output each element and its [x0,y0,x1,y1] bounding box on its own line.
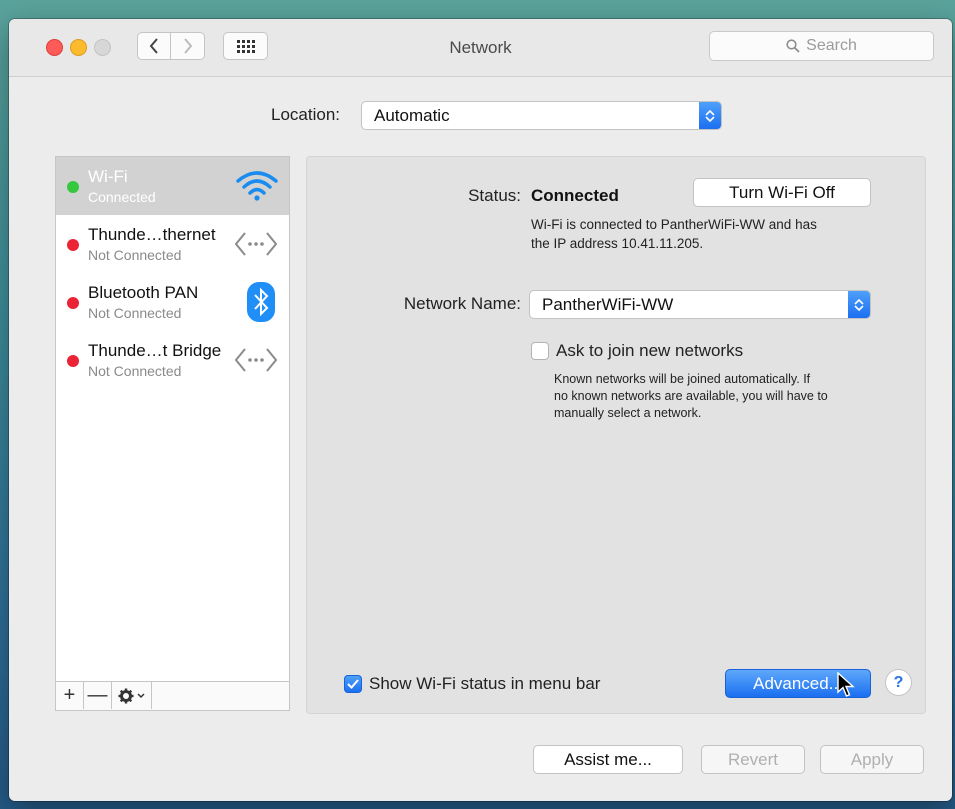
ask-to-join-description-line1: Known networks will be joined automatica… [554,372,811,386]
network-preferences-window: Network Search Location: Automatic Wi-Fi… [9,19,952,801]
ethernet-icon [234,348,278,372]
service-item-wifi[interactable]: Wi-Fi Connected [56,157,289,215]
search-field[interactable]: Search [709,31,934,61]
turn-wifi-off-button[interactable]: Turn Wi-Fi Off [693,178,871,207]
status-dot [67,355,79,367]
status-label: Status: [468,186,521,205]
assist-me-button[interactable]: Assist me... [533,745,683,774]
ask-to-join-checkbox[interactable] [531,342,549,360]
service-item-bluetooth-pan[interactable]: Bluetooth PAN Not Connected [56,273,289,331]
ask-to-join-description-line2: no known networks are available, you wil… [554,389,828,403]
location-label: Location: [271,105,340,124]
status-dot [67,297,79,309]
network-name-popup[interactable]: PantherWiFi-WW [529,290,871,319]
status-dot [67,181,79,193]
title-bar: Network Search [9,19,952,77]
apply-button[interactable]: Apply [820,745,924,774]
popup-arrows-icon [848,291,870,318]
service-item-thunderbolt-ethernet[interactable]: Thunde…thernet Not Connected [56,215,289,273]
status-value: Connected [531,186,619,205]
gear-icon [118,688,134,703]
chevron-down-icon [137,692,145,698]
service-list: Wi-Fi Connected Thunde…thernet Not Conne… [55,156,290,711]
ask-to-join-label: Ask to join new networks [556,341,744,360]
service-status: Not Connected [88,305,182,321]
wifi-icon [236,171,278,201]
service-name: Thunde…thernet [88,225,216,244]
checkmark-icon [347,679,359,689]
location-popup[interactable]: Automatic [361,101,722,130]
bluetooth-icon [247,282,275,322]
service-name: Bluetooth PAN [88,283,199,302]
service-name: Thunde…t Bridge [88,341,222,360]
remove-service-button[interactable]: — [84,682,112,709]
mouse-cursor-icon [837,672,855,697]
search-icon [786,39,800,53]
revert-button[interactable]: Revert [701,745,805,774]
service-name: Wi-Fi [88,167,128,186]
ethernet-icon [234,232,278,256]
popup-arrows-icon [699,102,721,129]
search-placeholder: Search [806,37,857,54]
help-button[interactable]: ? [885,669,912,696]
status-description-line2: the IP address 10.41.11.205. [531,236,704,251]
service-status: Not Connected [88,247,182,263]
add-service-button[interactable]: + [56,682,84,709]
show-wifi-status-checkbox[interactable] [344,675,362,693]
ask-to-join-description-line3: manually select a network. [554,406,702,420]
service-status: Not Connected [88,363,182,379]
location-value: Automatic [374,105,450,125]
wifi-detail-panel: Status: Connected Turn Wi-Fi Off Wi-Fi i… [306,156,926,714]
service-item-thunderbolt-bridge[interactable]: Thunde…t Bridge Not Connected [56,331,289,389]
service-status: Connected [88,189,156,205]
show-wifi-status-label: Show Wi-Fi status in menu bar [369,674,601,693]
status-description-line1: Wi-Fi is connected to PantherWiFi-WW and… [531,217,817,232]
service-list-toolbar: + — [56,681,289,710]
network-name-label: Network Name: [403,294,521,313]
network-name-value: PantherWiFi-WW [542,294,674,314]
action-menu-button[interactable] [112,682,152,709]
status-dot [67,239,79,251]
